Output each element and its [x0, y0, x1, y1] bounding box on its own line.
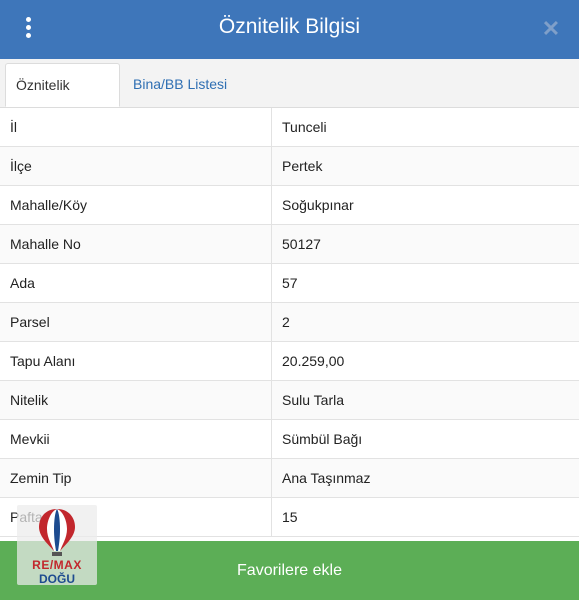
row-key: İlçe	[10, 158, 32, 174]
row-key: Mevkii	[10, 431, 50, 447]
row-key: Zemin Tip	[10, 470, 72, 486]
row-key: Mahalle/Köy	[10, 197, 88, 213]
table-row: Mahalle No 50127	[0, 225, 579, 264]
row-key: İl	[10, 119, 17, 135]
table-row: İl Tunceli	[0, 108, 579, 147]
balloon-icon	[39, 509, 75, 556]
row-value: Tunceli	[282, 119, 327, 135]
table-row: Tapu Alanı 20.259,00	[0, 342, 579, 381]
row-value: 15	[282, 509, 298, 525]
logo-office: DOĞU	[39, 572, 75, 586]
row-value: 2	[282, 314, 290, 330]
modal-title: Öznitelik Bilgisi	[218, 15, 361, 38]
row-value: Ana Taşınmaz	[282, 470, 371, 486]
row-key: Parsel	[10, 314, 50, 330]
modal-header: Öznitelik Bilgisi ✕	[0, 0, 579, 59]
row-value: Sulu Tarla	[282, 392, 345, 408]
row-value: 20.259,00	[282, 353, 345, 369]
table-row: Nitelik Sulu Tarla	[0, 381, 579, 420]
table-row: Parsel 2	[0, 303, 579, 342]
row-value: Sümbül Bağı	[282, 431, 363, 447]
logo-brand: RE/MAX	[32, 558, 82, 572]
tab-attribute-info[interactable]: Öznitelik Bilgisi	[5, 63, 120, 135]
attribute-info-modal: Öznitelik Bilgisi ✕ Öznitelik Bilgisi Bi…	[0, 0, 579, 600]
table-row: İlçe Pertek	[0, 147, 579, 186]
row-key: Nitelik	[10, 392, 49, 408]
row-value: 50127	[282, 236, 321, 252]
table-row: Zemin Tip Ana Taşınmaz	[0, 459, 579, 498]
table-row: Mahalle/Köy Soğukpınar	[0, 186, 579, 225]
tab-building-list[interactable]: Bina/BB Listesi	[123, 63, 237, 107]
tab-bar: Öznitelik Bilgisi Bina/BB Listesi	[0, 59, 579, 135]
remax-logo: RE/MAX DOĞU	[17, 505, 97, 586]
row-value: Soğukpınar	[282, 197, 354, 213]
close-icon[interactable]: ✕	[541, 18, 561, 40]
row-key: Ada	[10, 275, 35, 291]
row-value: 57	[282, 275, 298, 291]
row-key: Mahalle No	[10, 236, 81, 252]
row-key: Tapu Alanı	[10, 353, 76, 369]
attribute-table: İl Tunceli İlçe Pertek Mahalle/Köy Soğuk…	[0, 108, 579, 537]
table-row: Ada 57	[0, 264, 579, 303]
table-row: Mevkii Sümbül Bağı	[0, 420, 579, 459]
row-value: Pertek	[282, 158, 323, 174]
